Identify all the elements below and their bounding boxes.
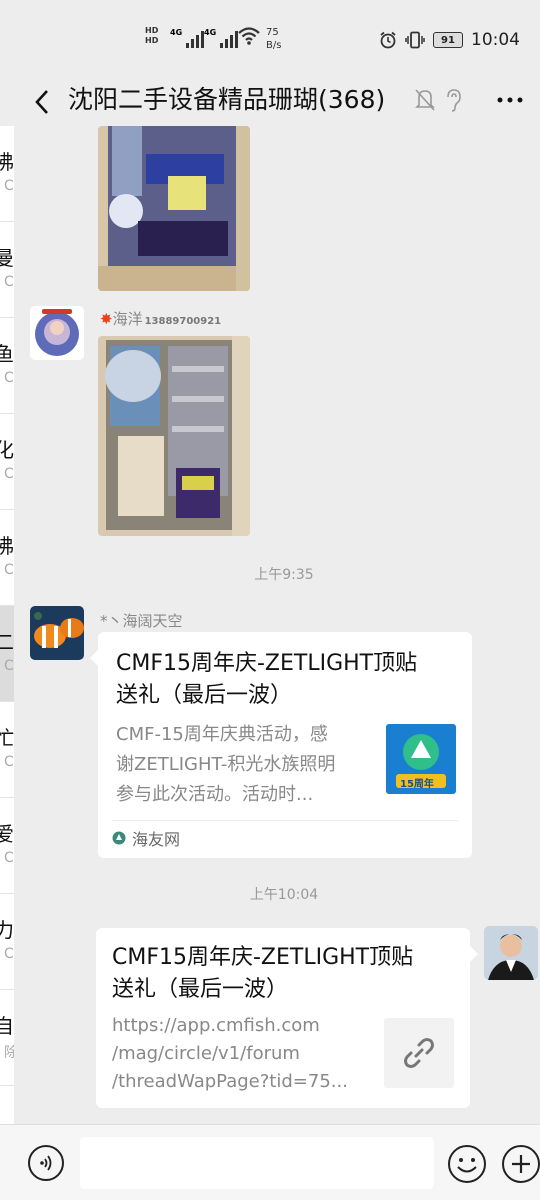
voice-button[interactable] — [28, 1145, 64, 1181]
sender-name: ✸海洋 13889700921 — [100, 310, 222, 328]
image-message[interactable] — [98, 126, 250, 291]
title-bar: 沈阳二手设备精品珊瑚(368) — [0, 78, 540, 126]
chat-area[interactable]: ✸海洋 13889700921 上午9:35 *丶海阔天空 CMF15周年庆-Z… — [14, 126, 540, 1124]
link-thumbnail — [384, 1018, 454, 1088]
alarm-icon — [380, 31, 396, 49]
more-button[interactable] — [490, 80, 530, 120]
conversation-item[interactable]: 沸C — [0, 510, 14, 606]
conversation-item[interactable]: 忙C — [0, 702, 14, 798]
page-title: 沈阳二手设备精品珊瑚(368) — [68, 85, 386, 114]
conversation-item[interactable]: 鱼C — [0, 318, 14, 414]
conversation-item[interactable]: 爱C — [0, 798, 14, 894]
image-message[interactable] — [98, 336, 250, 536]
self-avatar[interactable] — [484, 926, 538, 980]
conversation-item-active[interactable]: 二C — [0, 606, 14, 702]
conversation-item[interactable]: 曼C — [0, 222, 14, 318]
conversation-item[interactable]: 自除 — [0, 990, 14, 1086]
battery-indicator: 91 — [433, 32, 463, 48]
ear-icon — [447, 89, 461, 112]
more-icon — [497, 97, 523, 103]
link-icon — [404, 1038, 434, 1068]
wifi-icon — [238, 27, 260, 45]
plus-button[interactable] — [502, 1145, 540, 1183]
conversation-item[interactable]: 力C — [0, 894, 14, 990]
source-logo-icon — [112, 831, 126, 845]
voice-icon — [40, 1155, 52, 1171]
card-title: CMF15周年庆-ZETLIGHT顶贴 送礼（最后一波） — [116, 651, 418, 708]
conversation-list-strip: 沸C 曼C 鱼C 化C 沸C 二C 忙C 爱C 力C 自除 — [0, 126, 14, 1124]
card-description: CMF-15周年庆典活动，感 谢ZETLIGHT-积光水族照明 参与此次活动。活… — [116, 724, 336, 805]
card-source: 海友网 — [112, 826, 180, 850]
signal-1-icon: 4G — [170, 28, 205, 48]
vibrate-icon — [405, 31, 425, 49]
message-input-bar — [0, 1124, 540, 1200]
emoji-icon — [457, 1158, 477, 1173]
chevron-left-icon — [35, 90, 48, 114]
back-button[interactable] — [24, 84, 60, 120]
link-card[interactable]: CMF15周年庆-ZETLIGHT顶贴 送礼（最后一波） CMF-15周年庆典活… — [90, 632, 472, 858]
card-url: https://app.cmfish.com /mag/circle/v1/fo… — [112, 1015, 348, 1092]
message-timestamp: 上午10:04 — [249, 887, 319, 903]
photo-aquarium-cabinet — [98, 126, 250, 291]
clock: 10:04 — [471, 30, 520, 50]
emoji-button[interactable] — [448, 1145, 486, 1183]
status-bar: HD HD 4G 4G 75 B/s 91 10:04 — [0, 0, 540, 78]
message-input[interactable] — [80, 1137, 434, 1189]
conversation-item[interactable]: 化C — [0, 414, 14, 510]
conversation-item[interactable]: 沸C — [0, 126, 14, 222]
network-speed: 75 B/s — [266, 27, 282, 51]
bell-muted-icon — [415, 89, 435, 111]
link-card[interactable]: CMF15周年庆-ZETLIGHT顶贴 送礼（最后一波） https://app… — [96, 928, 478, 1108]
card-thumbnail: 15周年 — [386, 724, 456, 794]
avatar[interactable] — [30, 306, 84, 360]
message-timestamp: 上午9:35 — [254, 567, 314, 583]
photo-cabinet-interior — [98, 336, 250, 536]
sparkle-icon: ✸ — [100, 310, 113, 328]
card-title: CMF15周年庆-ZETLIGHT顶贴 送礼（最后一波） — [112, 945, 414, 1002]
signal-2-icon: 4G — [204, 28, 239, 48]
avatar[interactable] — [30, 606, 84, 660]
plus-icon — [512, 1155, 530, 1173]
sender-name: *丶海阔天空 — [100, 612, 183, 630]
hd-indicator: HD HD — [145, 26, 159, 45]
